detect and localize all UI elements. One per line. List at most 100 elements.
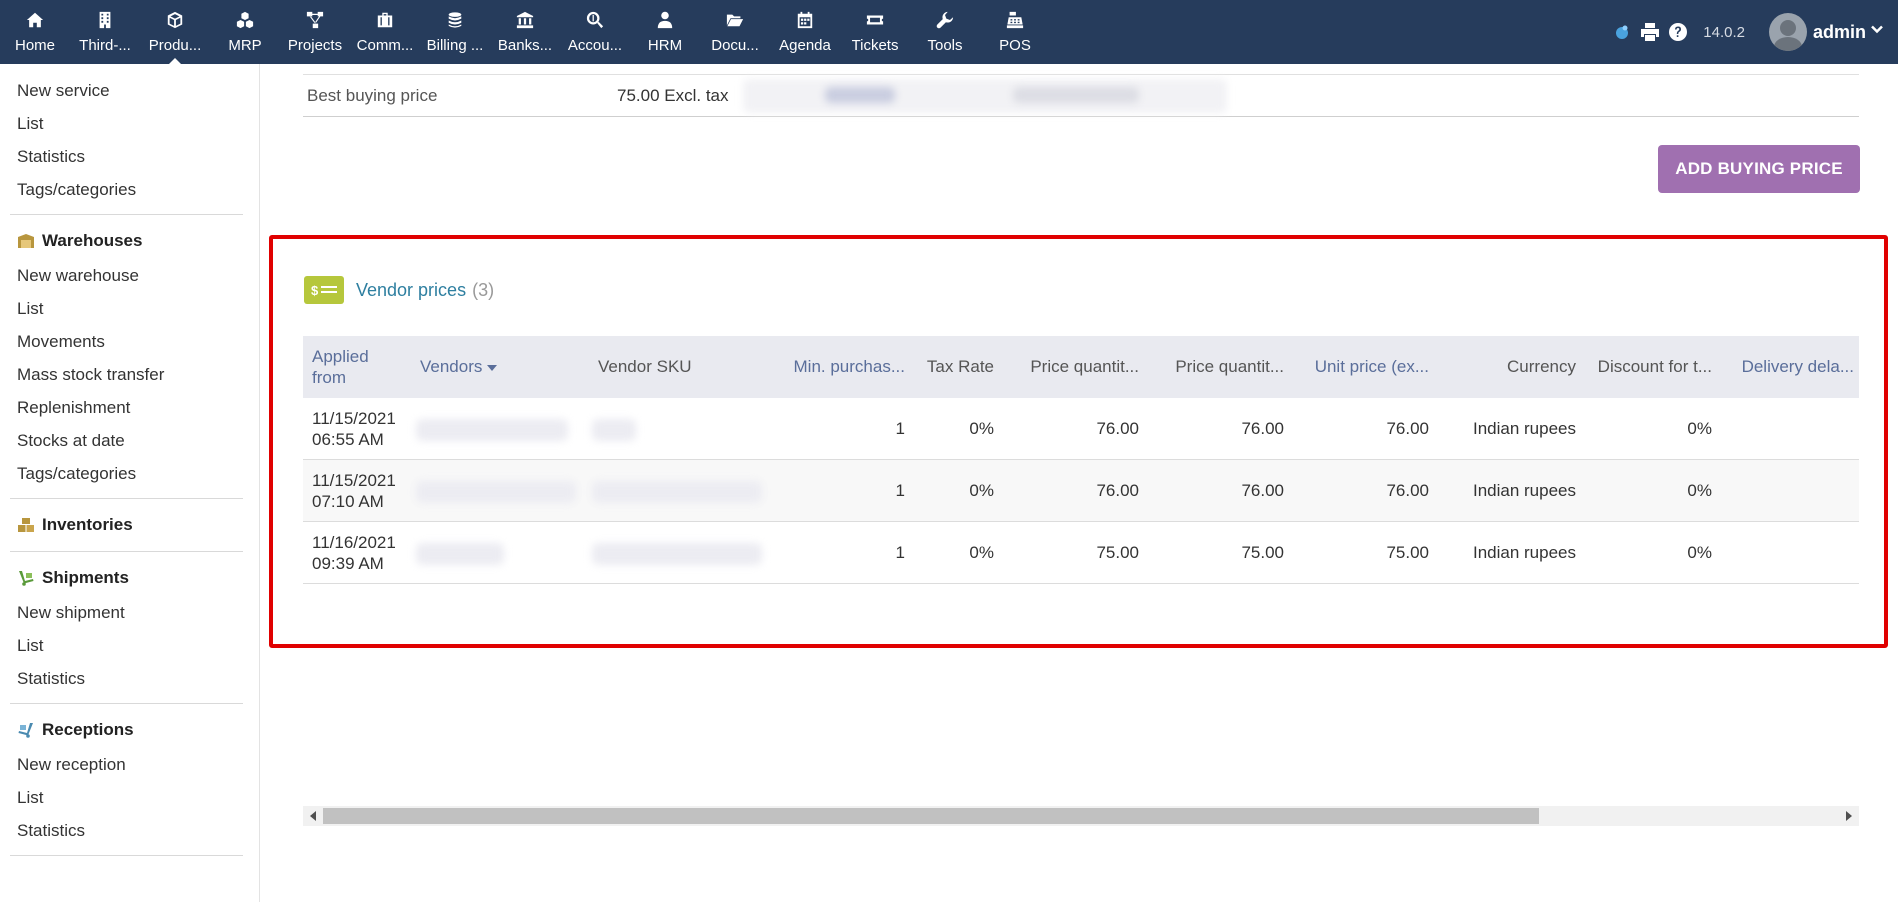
- help-icon[interactable]: [1665, 19, 1691, 45]
- scroll-left-icon[interactable]: [303, 806, 323, 826]
- avatar[interactable]: [1768, 13, 1807, 51]
- col-vendor-sku[interactable]: Vendor SKU: [598, 336, 738, 398]
- col-label: Price quantit...: [1030, 357, 1139, 376]
- briefcase-icon: [374, 9, 396, 31]
- col-vendors[interactable]: Vendors: [420, 336, 540, 398]
- sidebar-item-products-list[interactable]: List: [0, 107, 259, 140]
- sidebar-item-warehouses-tags[interactable]: Tags/categories: [0, 457, 259, 490]
- scroll-right-icon[interactable]: [1839, 806, 1859, 826]
- coins-icon: [444, 9, 466, 31]
- cell-price-quantity-2: 75.00: [1241, 542, 1284, 562]
- table-row: 11/15/2021 07:10 AM 1 0% 76.00 76.00 76.…: [303, 460, 1859, 522]
- left-sidebar: New service List Statistics Tags/categor…: [0, 64, 260, 902]
- sidebar-item-shipments-statistics[interactable]: Statistics: [0, 662, 259, 695]
- table-row: 11/15/2021 06:55 AM 1 0% 76.00 76.00 76.…: [303, 398, 1859, 460]
- sidebar-item-products-statistics[interactable]: Statistics: [0, 140, 259, 173]
- print-icon[interactable]: [1637, 19, 1663, 45]
- sidebar-divider: [10, 551, 243, 552]
- redacted-vendor-name[interactable]: [416, 481, 576, 503]
- cell-discount: 0%: [1687, 480, 1712, 500]
- col-price-quantity-1[interactable]: Price quantit...: [1003, 336, 1139, 398]
- sidebar-item-new-shipment[interactable]: New shipment: [0, 596, 259, 629]
- menu-agenda[interactable]: Agenda: [770, 0, 840, 64]
- col-min-purchase[interactable]: Min. purchas...: [770, 336, 906, 398]
- sidebar-item-replenishment[interactable]: Replenishment: [0, 391, 259, 424]
- sidebar-section-inventories[interactable]: Inventories: [0, 507, 259, 543]
- sidebar-section-shipments[interactable]: Shipments: [0, 560, 259, 596]
- col-applied-from[interactable]: Applied from: [312, 336, 394, 398]
- col-delivery-delay[interactable]: Delivery dela...: [1723, 336, 1854, 398]
- col-label: Delivery dela...: [1741, 357, 1854, 376]
- sidebar-item-new-warehouse[interactable]: New warehouse: [0, 259, 259, 292]
- col-label: Price quantit...: [1175, 357, 1284, 376]
- menu-label: MRP: [228, 37, 262, 54]
- cell-date: 11/15/2021: [312, 470, 396, 490]
- menu-label: Billing ...: [426, 37, 484, 54]
- boxes-icon: [17, 516, 39, 534]
- table-header: Applied from Vendors Vendor SKU Min. pur…: [303, 336, 1859, 398]
- menu-commerce[interactable]: Comm...: [350, 0, 420, 64]
- menu-third-parties[interactable]: Third-...: [70, 0, 140, 64]
- col-tax-rate[interactable]: Tax Rate: [911, 336, 994, 398]
- menu-label: Third-...: [79, 37, 131, 54]
- dolibarr-logo-icon[interactable]: [1609, 19, 1635, 45]
- menu-accounting[interactable]: Accou...: [560, 0, 630, 64]
- horizontal-scrollbar[interactable]: [303, 806, 1859, 826]
- building-icon: [94, 9, 116, 31]
- sidebar-item-movements[interactable]: Movements: [0, 325, 259, 358]
- menu-mrp[interactable]: MRP: [210, 0, 280, 64]
- chevron-down-icon[interactable]: [1870, 22, 1890, 42]
- cell-applied-from: 11/16/2021 09:39 AM: [312, 522, 412, 583]
- redacted-link: [825, 87, 895, 103]
- sidebar-item-mass-stock-transfer[interactable]: Mass stock transfer: [0, 358, 259, 391]
- cell-unit-price: 75.00: [1386, 542, 1429, 562]
- cell-date: 11/16/2021: [312, 532, 396, 552]
- menu-documents[interactable]: Docu...: [700, 0, 770, 64]
- dolly-flatbed-icon: [17, 721, 39, 739]
- cell-price-quantity-1: 76.00: [1096, 418, 1139, 438]
- sidebar-item-new-reception[interactable]: New reception: [0, 748, 259, 781]
- sidebar-item-receptions-list[interactable]: List: [0, 781, 259, 814]
- sidebar-item-stocks-at-date[interactable]: Stocks at date: [0, 424, 259, 457]
- menu-projects[interactable]: Projects: [280, 0, 350, 64]
- cell-min-purchase: 1: [895, 542, 905, 562]
- col-price-quantity-2[interactable]: Price quantit...: [1148, 336, 1284, 398]
- menu-hrm[interactable]: HRM: [630, 0, 700, 64]
- sidebar-item-warehouses-list[interactable]: List: [0, 292, 259, 325]
- add-buying-price-button[interactable]: ADD BUYING PRICE: [1658, 145, 1860, 193]
- wrench-icon: [934, 9, 956, 31]
- col-unit-price[interactable]: Unit price (ex...: [1293, 336, 1429, 398]
- redacted-vendor-name[interactable]: [416, 543, 504, 565]
- sidebar-divider: [10, 855, 243, 856]
- cell-discount: 0%: [1687, 542, 1712, 562]
- menu-pos[interactable]: POS: [980, 0, 1050, 64]
- cell-time: 09:39 AM: [312, 553, 384, 573]
- redacted-vendor-name[interactable]: [416, 419, 568, 441]
- menu-home[interactable]: Home: [0, 0, 70, 64]
- menu-products[interactable]: Produ...: [140, 0, 210, 64]
- scrollbar-thumb[interactable]: [323, 808, 1539, 824]
- version-label: 14.0.2: [1703, 23, 1745, 41]
- sidebar-section-label: Warehouses: [42, 231, 143, 250]
- cell-applied-from: 11/15/2021 06:55 AM: [312, 398, 412, 459]
- menu-banks[interactable]: Banks...: [490, 0, 560, 64]
- menu-billing[interactable]: Billing ...: [420, 0, 490, 64]
- sidebar-item-receptions-statistics[interactable]: Statistics: [0, 814, 259, 847]
- menu-label: Projects: [287, 37, 343, 54]
- menu-label: Tickets: [851, 37, 899, 54]
- sort-down-icon: [487, 365, 498, 371]
- sidebar-item-products-tags[interactable]: Tags/categories: [0, 173, 259, 206]
- username[interactable]: admin: [1813, 22, 1866, 43]
- sidebar-section-receptions[interactable]: Receptions: [0, 712, 259, 748]
- col-currency[interactable]: Currency: [1453, 336, 1576, 398]
- sidebar-section-warehouses[interactable]: Warehouses: [0, 223, 259, 259]
- sidebar-item-shipments-list[interactable]: List: [0, 629, 259, 662]
- vendor-prices-count: (3): [472, 279, 495, 300]
- menu-label: Home: [14, 37, 55, 54]
- menu-tickets[interactable]: Tickets: [840, 0, 910, 64]
- col-discount[interactable]: Discount for t...: [1581, 336, 1712, 398]
- cell-tax-rate: 0%: [969, 418, 994, 438]
- menu-tools[interactable]: Tools: [910, 0, 980, 64]
- sidebar-item-new-service[interactable]: New service: [0, 74, 259, 107]
- svg-text:$: $: [311, 283, 319, 298]
